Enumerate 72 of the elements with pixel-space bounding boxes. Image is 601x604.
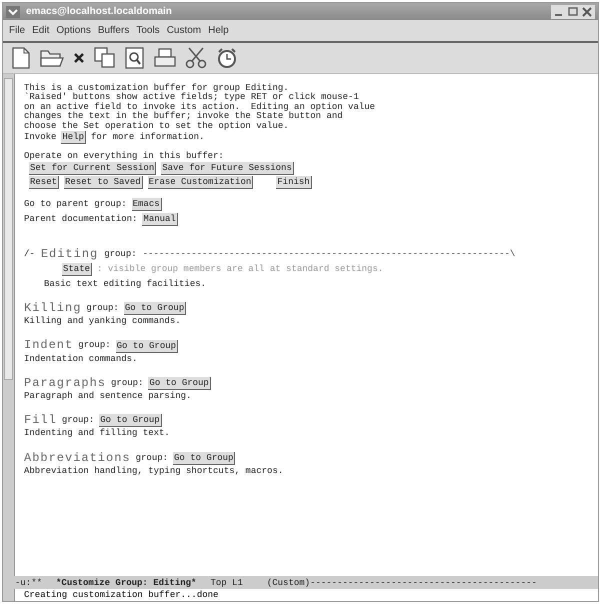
text-line: Indentation commands. [24,354,138,364]
state-button[interactable]: State [62,262,92,276]
text-line: group: [104,250,137,260]
menu-item[interactable]: Buffers [98,25,130,36]
widget-button[interactable]: Erase Customization [148,176,254,190]
text-line: group: [86,304,119,314]
manual-link-button[interactable]: Manual [142,213,178,226]
menu-item[interactable]: Tools [136,25,160,36]
search-icon[interactable] [125,47,145,69]
text-line: group: [136,454,168,464]
text-line: choose the Set operation to set the option value. [24,122,290,132]
text-line: Paragraph and sentence parsing. [24,392,192,402]
text-line: Operate on everything in this buffer: [24,152,225,162]
text-line: Abbreviation handling, typing shortcuts, macros. [24,466,284,476]
group-title: Paragraphs [24,378,106,388]
chevron-icon[interactable] [6,6,20,18]
group-title: Killing [24,304,82,314]
text-line: This is a customization buffer for group Editing. [24,84,289,93]
menu-item[interactable]: Options [56,25,91,36]
buffer-name: *Customize Group: Editing* [56,578,196,588]
menu-item[interactable]: File [9,25,26,36]
text-line: group: [78,341,111,351]
maximize-icon[interactable] [568,6,578,16]
group-title: Editing [40,250,98,260]
go-to-group-button[interactable]: Go to Group [173,452,236,465]
text-line: for more information. [91,132,204,142]
text-line: /- [24,250,35,260]
group-title: Indent [24,341,74,351]
text-line: --------------------------------------------------------------------\ [142,250,516,260]
widget-button[interactable]: Reset to Saved [64,176,143,190]
widget-button[interactable]: Reset [29,176,60,190]
text-line: Basic text editing facilities. [43,280,208,290]
text-line: group: [111,378,144,388]
copy-icon[interactable] [94,47,116,69]
text-line: Invoke [24,132,56,142]
go-to-group-button[interactable]: Go to Group [124,302,186,316]
text-line: (Custom)------------------------------------------ [266,578,537,588]
widget-button[interactable]: Set for Current Session [29,162,156,176]
close-icon[interactable] [73,52,85,64]
scrollbar[interactable] [3,74,15,576]
text-line: Indenting and filling text. [24,429,171,439]
text-line: Parent documentation: [24,215,138,225]
close-icon[interactable] [582,6,592,16]
group-title: Abbreviations [24,454,131,464]
echo-message: Creating customization buffer...done [23,590,218,600]
text-line: group: [62,416,94,426]
group-link-button[interactable]: Emacs [132,198,162,212]
menu-item[interactable]: Edit [32,25,50,36]
text-line: Top L1 [210,578,243,588]
text-line: : visible group members are all at standard settings. [97,264,384,274]
go-to-group-button[interactable]: Go to Group [148,377,211,390]
scissors-icon[interactable] [185,47,207,69]
clock-icon[interactable] [216,47,238,69]
text-line: Go to parent group: [24,200,127,210]
text-line: Killing and yanking commands. [24,317,182,327]
new-file-icon[interactable] [11,47,31,69]
folder-icon[interactable] [40,48,64,68]
menu-item[interactable]: Custom [166,25,202,36]
text-line: on an active field to invoke its action. Editing an option value [24,102,376,112]
widget-button[interactable]: Save for Future Sessions [161,162,294,176]
scrollbar-thumb[interactable] [4,78,13,380]
menu-item[interactable]: Help [208,25,229,36]
help-button[interactable]: Help [61,131,86,144]
text-line: -u:** [15,578,42,588]
window-title: emacs@localhost.localdomain [26,6,173,17]
go-to-group-button[interactable]: Go to Group [99,414,162,428]
text-line: changes the text in the buffer; invoke the State button and [24,112,344,122]
printer-icon[interactable] [154,48,176,68]
widget-button[interactable]: Finish [276,176,312,190]
go-to-group-button[interactable]: Go to Group [116,340,178,353]
text-line: `Raised' buttons show active fields; type RET or click mouse-1 [24,93,360,102]
group-title: Fill [24,416,57,426]
